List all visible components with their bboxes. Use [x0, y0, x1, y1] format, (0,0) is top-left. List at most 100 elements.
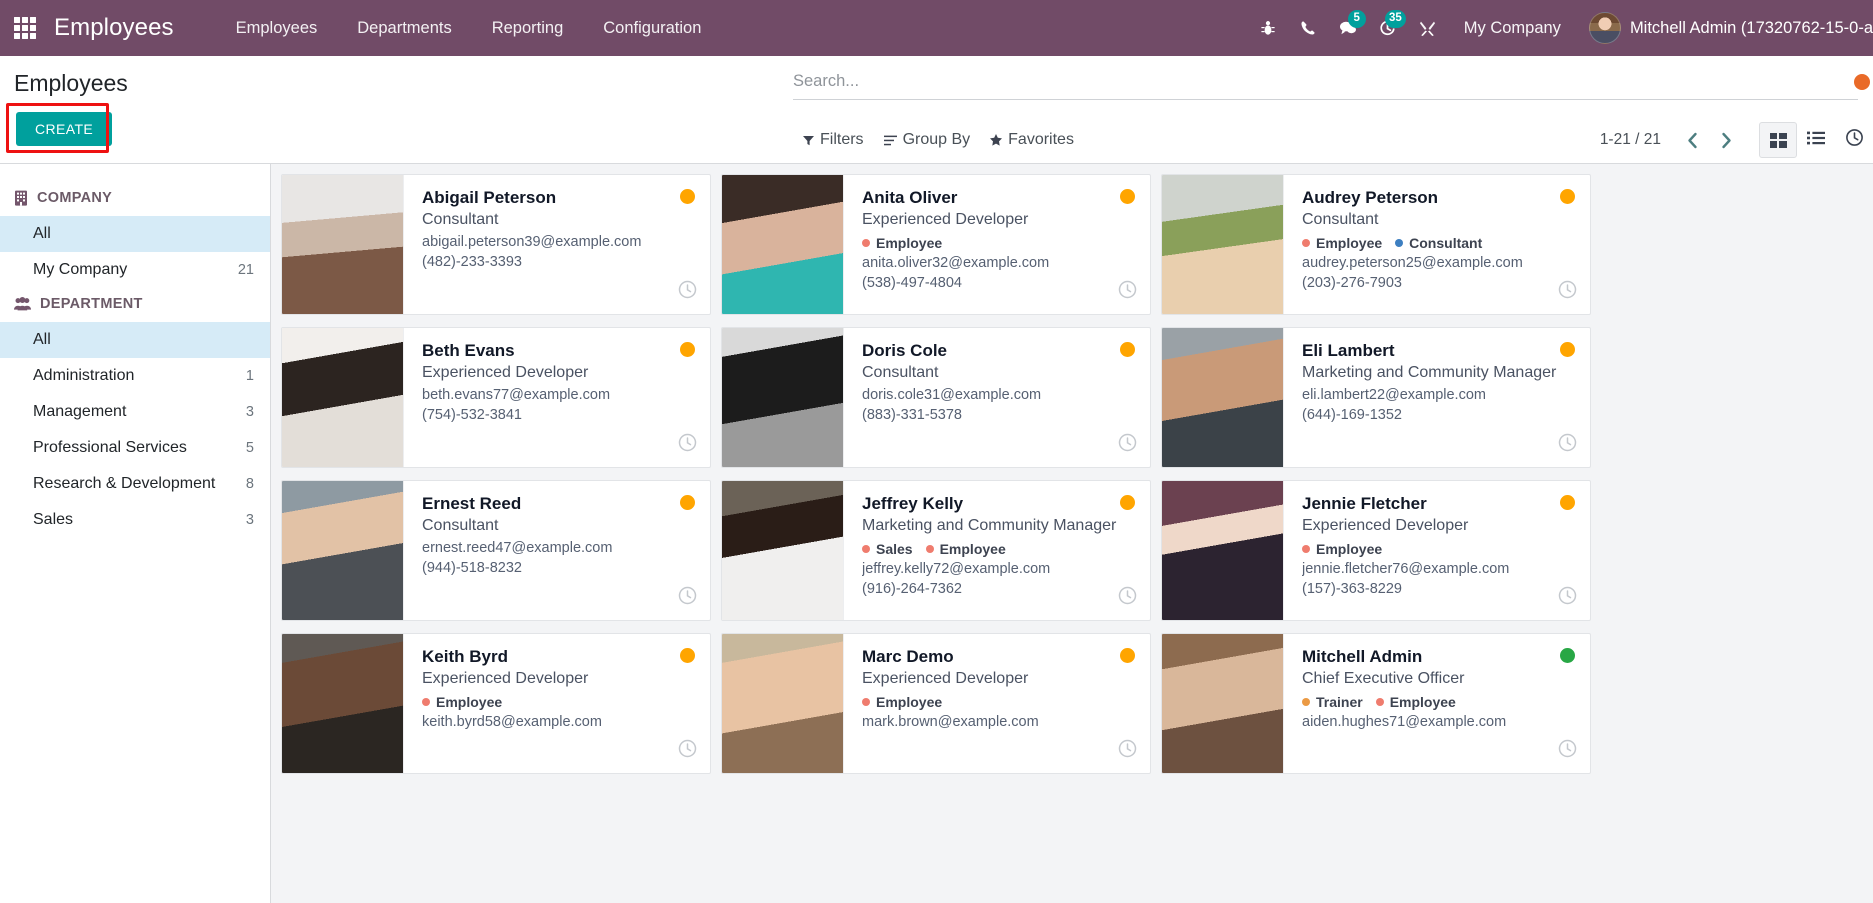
- sidebar-item-management[interactable]: Management 3: [0, 394, 270, 430]
- status-badge[interactable]: [1120, 648, 1135, 663]
- status-badge[interactable]: [680, 648, 695, 663]
- employee-email[interactable]: audrey.peterson25@example.com: [1302, 255, 1574, 271]
- sidebar-item-professional-services[interactable]: Professional Services 5: [0, 430, 270, 466]
- employee-card[interactable]: Jeffrey Kelly Marketing and Community Man…: [721, 480, 1151, 621]
- employee-tags: Employee: [422, 694, 694, 710]
- kanban-icon: [1769, 132, 1787, 148]
- pager-counter[interactable]: 1-21 / 21: [1600, 131, 1661, 149]
- activity-clock-icon[interactable]: [678, 739, 697, 763]
- employee-email[interactable]: jeffrey.kelly72@example.com: [862, 561, 1134, 577]
- employee-card[interactable]: Eli Lambert Marketing and Community Manag…: [1161, 327, 1591, 468]
- sidebar-item-sales[interactable]: Sales 3: [0, 502, 270, 538]
- employee-phone[interactable]: (538)-497-4804: [862, 275, 1134, 291]
- employee-job-title: Experienced Developer: [862, 210, 1029, 228]
- activity-clock-icon[interactable]: [1558, 586, 1577, 610]
- employee-card[interactable]: Mitchell Admin Chief Executive Officer Tra…: [1161, 633, 1591, 774]
- menu-item-employees[interactable]: Employees: [216, 2, 338, 55]
- favorites-button[interactable]: Favorites: [980, 127, 1084, 153]
- employee-card-body: Beth Evans Experienced Developer beth.evan…: [404, 328, 710, 467]
- apps-grid-icon[interactable]: [14, 17, 36, 39]
- status-badge[interactable]: [1560, 342, 1575, 357]
- status-badge[interactable]: [680, 342, 695, 357]
- employee-photo: [722, 634, 844, 773]
- employee-card-body: Anita Oliver Experienced Developer Employe…: [844, 175, 1150, 314]
- activity-clock-icon[interactable]: [1118, 586, 1137, 610]
- employee-email[interactable]: keith.byrd58@example.com: [422, 714, 694, 730]
- employee-phone[interactable]: (482)-233-3393: [422, 254, 694, 270]
- menu-item-reporting[interactable]: Reporting: [472, 2, 584, 55]
- filters-button[interactable]: Filters: [793, 127, 874, 153]
- activity-clock-icon[interactable]: [1558, 433, 1577, 457]
- sidebar-item-administration[interactable]: Administration 1: [0, 358, 270, 394]
- next-page-button[interactable]: [1709, 123, 1743, 157]
- employee-phone[interactable]: (916)-264-7362: [862, 581, 1134, 597]
- previous-page-button[interactable]: [1675, 123, 1709, 157]
- status-badge[interactable]: [1120, 495, 1135, 510]
- employee-phone[interactable]: (157)-363-8229: [1302, 581, 1574, 597]
- menu-item-departments[interactable]: Departments: [337, 2, 471, 55]
- employee-email[interactable]: aiden.hughes71@example.com: [1302, 714, 1574, 730]
- employee-card[interactable]: Ernest Reed Consultant ernest.reed47@examp…: [281, 480, 711, 621]
- app-brand-title[interactable]: Employees: [54, 14, 174, 42]
- tag-label: Employee: [939, 541, 1006, 558]
- employee-card[interactable]: Audrey Peterson Consultant Employee Consult…: [1161, 174, 1591, 315]
- employee-card[interactable]: Keith Byrd Experienced Developer Employee k…: [281, 633, 711, 774]
- employee-card[interactable]: Doris Cole Consultant doris.cole31@example…: [721, 327, 1151, 468]
- status-badge[interactable]: [1560, 495, 1575, 510]
- employee-email[interactable]: anita.oliver32@example.com: [862, 255, 1134, 271]
- employee-card[interactable]: Beth Evans Experienced Developer beth.evan…: [281, 327, 711, 468]
- employee-phone[interactable]: (203)-276-7903: [1302, 275, 1574, 291]
- status-badge[interactable]: [1560, 189, 1575, 204]
- sidebar-item-my-company[interactable]: My Company 21: [0, 252, 270, 288]
- user-menu[interactable]: Mitchell Admin (17320762-15-0-a: [1577, 12, 1873, 44]
- employee-email[interactable]: mark.brown@example.com: [862, 714, 1134, 730]
- messages-icon[interactable]: 5: [1328, 0, 1368, 56]
- activity-clock-icon[interactable]: [1118, 280, 1137, 304]
- employee-email[interactable]: beth.evans77@example.com: [422, 387, 694, 403]
- employee-job-title: Chief Executive Officer: [1302, 669, 1465, 687]
- employee-phone[interactable]: (644)-169-1352: [1302, 407, 1574, 423]
- status-badge[interactable]: [680, 189, 695, 204]
- phone-icon[interactable]: [1288, 0, 1328, 56]
- bug-icon[interactable]: [1248, 0, 1288, 56]
- activities-clock-icon[interactable]: 35: [1368, 0, 1408, 56]
- status-badge[interactable]: [680, 495, 695, 510]
- sidebar-item-dept-all[interactable]: All: [0, 322, 270, 358]
- activity-clock-icon[interactable]: [1118, 739, 1137, 763]
- tools-icon[interactable]: [1408, 0, 1448, 56]
- activity-clock-icon[interactable]: [1558, 280, 1577, 304]
- employee-card[interactable]: Abigail Peterson Consultant abigail.peters…: [281, 174, 711, 315]
- activity-clock-icon[interactable]: [678, 280, 697, 304]
- status-badge[interactable]: [1120, 342, 1135, 357]
- group-by-button[interactable]: Group By: [874, 127, 981, 153]
- employee-email[interactable]: ernest.reed47@example.com: [422, 540, 694, 556]
- employee-email[interactable]: eli.lambert22@example.com: [1302, 387, 1574, 403]
- employee-phone[interactable]: (944)-518-8232: [422, 560, 694, 576]
- tag-label: Sales: [876, 541, 913, 558]
- sidebar-item-company-all[interactable]: All: [0, 216, 270, 252]
- employee-email[interactable]: doris.cole31@example.com: [862, 387, 1134, 403]
- status-badge[interactable]: [1120, 189, 1135, 204]
- employee-card[interactable]: Marc Demo Experienced Developer Employee ma…: [721, 633, 1151, 774]
- activity-clock-icon[interactable]: [1118, 433, 1137, 457]
- employee-card[interactable]: Anita Oliver Experienced Developer Employe…: [721, 174, 1151, 315]
- list-view-button[interactable]: [1797, 122, 1835, 158]
- kanban-view-button[interactable]: [1759, 122, 1797, 158]
- activity-clock-icon[interactable]: [678, 433, 697, 457]
- status-badge[interactable]: [1560, 648, 1575, 663]
- menu-item-configuration[interactable]: Configuration: [583, 2, 721, 55]
- activity-clock-icon[interactable]: [1558, 739, 1577, 763]
- activity-clock-icon[interactable]: [678, 586, 697, 610]
- search-dropdown-icon[interactable]: [1854, 74, 1870, 90]
- company-switcher[interactable]: My Company: [1448, 19, 1577, 38]
- create-button[interactable]: CREATE: [16, 112, 113, 146]
- employee-phone[interactable]: (754)-532-3841: [422, 407, 694, 423]
- employee-card-body: Abigail Peterson Consultant abigail.peters…: [404, 175, 710, 314]
- search-input[interactable]: [793, 72, 1858, 91]
- employee-email[interactable]: jennie.fletcher76@example.com: [1302, 561, 1574, 577]
- employee-card[interactable]: Jennie Fletcher Experienced Developer Empl…: [1161, 480, 1591, 621]
- employee-phone[interactable]: (883)-331-5378: [862, 407, 1134, 423]
- activity-view-button[interactable]: [1835, 122, 1873, 158]
- sidebar-item-research-development[interactable]: Research & Development 8: [0, 466, 270, 502]
- employee-email[interactable]: abigail.peterson39@example.com: [422, 234, 694, 250]
